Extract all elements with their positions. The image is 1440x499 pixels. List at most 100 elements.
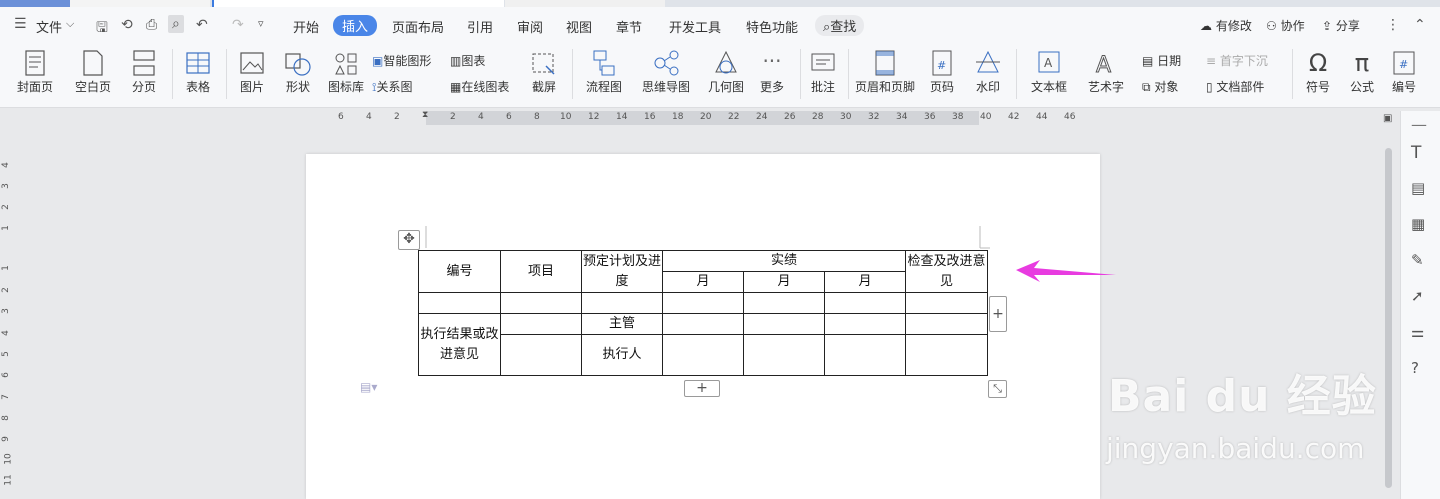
add-row-button[interactable]: + <box>684 380 720 397</box>
dropcap-button[interactable]: ≡ 首字下沉 <box>1206 52 1268 69</box>
file-menu[interactable]: 文件 <box>36 17 62 36</box>
print-preview-icon[interactable]: ⌕ <box>168 15 184 33</box>
window-tab-2[interactable] <box>70 0 210 7</box>
mindmap-button[interactable]: 思维导图 <box>636 43 696 103</box>
page-number-button[interactable]: # 页码 <box>922 43 962 103</box>
table-cell[interactable] <box>662 292 744 314</box>
comment-button[interactable]: 批注 <box>804 43 842 103</box>
table-cell[interactable] <box>662 313 744 335</box>
cover-page-button[interactable]: 封面页 <box>8 43 62 103</box>
table-cell[interactable] <box>824 313 906 335</box>
tab-developer[interactable]: 开发工具 <box>669 17 721 36</box>
indent-marker-icon[interactable]: ⧗ <box>422 110 428 120</box>
horizontal-ruler[interactable]: 6 4 2 2 4 6 8 10 12 14 16 18 20 22 24 26… <box>330 111 1090 125</box>
header-plan[interactable]: 预定计划及进度 <box>581 250 663 293</box>
tab-references[interactable]: 引用 <box>467 17 493 36</box>
symbol-button[interactable]: Ω 符号 <box>1296 43 1340 103</box>
chart-button[interactable]: ▥图表 <box>450 52 485 69</box>
vertical-ruler[interactable]: 4 3 2 1 1 2 3 4 5 6 7 8 9 10 11 <box>0 128 14 499</box>
table-cell[interactable] <box>824 334 906 376</box>
table-cell[interactable] <box>500 334 582 376</box>
header-item[interactable]: 项目 <box>500 250 582 293</box>
collapse-icon[interactable]: — <box>1411 115 1427 134</box>
table-resize-icon[interactable]: ⤡ <box>988 380 1007 398</box>
window-tab-active[interactable] <box>212 0 504 7</box>
quick-access-dropdown-icon[interactable]: ▿ <box>258 17 264 30</box>
exec-result-cell[interactable]: 执行结果或改进意见 <box>418 313 501 376</box>
screenshot-button[interactable]: 截屏 <box>524 43 564 103</box>
date-button[interactable]: ▤ 日期 <box>1142 52 1181 69</box>
object-button[interactable]: ⧉ 对象 <box>1142 78 1178 95</box>
table-cell[interactable] <box>662 334 744 376</box>
table-cell[interactable] <box>824 292 906 314</box>
tab-special-features[interactable]: 特色功能 <box>746 17 798 36</box>
table-cell[interactable] <box>500 313 582 335</box>
header-month-1[interactable]: 月 <box>662 271 744 293</box>
window-tab-4[interactable] <box>505 0 665 7</box>
table-cell[interactable] <box>743 313 825 335</box>
search-box[interactable]: ⌕查找 <box>815 15 865 36</box>
tab-section[interactable]: 章节 <box>616 17 642 36</box>
watermark-button[interactable]: 水印 <box>966 43 1010 103</box>
smartart-button[interactable]: ▣智能图形 <box>372 52 431 69</box>
paste-options-icon[interactable]: ▤▾ <box>360 380 377 394</box>
table-cell[interactable] <box>905 334 988 376</box>
formula-button[interactable]: π 公式 <box>1340 43 1384 103</box>
relation-diagram-button[interactable]: ⟟关系图 <box>372 78 412 95</box>
more-button[interactable]: ··· 更多 <box>752 43 792 103</box>
header-footer-button[interactable]: 页眉和页脚 <box>852 43 918 103</box>
redo-icon[interactable]: ↷ <box>232 17 244 33</box>
tab-view[interactable]: 视图 <box>566 17 592 36</box>
icon-library-button[interactable]: 图标库 <box>324 43 368 103</box>
pen-icon[interactable]: ✎ <box>1411 251 1424 269</box>
scrollbar-thumb[interactable] <box>1385 148 1392 488</box>
modified-button[interactable]: ☁ 有修改 <box>1200 17 1252 34</box>
executor-cell[interactable]: 执行人 <box>581 334 663 376</box>
tab-review[interactable]: 审阅 <box>517 17 543 36</box>
header-number[interactable]: 编号 <box>418 250 501 293</box>
document-icon[interactable]: ▤ <box>1411 179 1425 197</box>
tab-home[interactable]: 开始 <box>293 17 319 36</box>
online-chart-button[interactable]: ▦在线图表 <box>450 78 509 95</box>
document-table[interactable]: 编号 项目 预定计划及进度 实绩 检查及改进意见 月 月 月 执行结果或改进意见… <box>418 250 988 376</box>
help-icon[interactable]: ? <box>1411 359 1419 377</box>
tab-page-layout[interactable]: 页面布局 <box>392 17 444 36</box>
more-options-icon[interactable]: ⋮ <box>1386 17 1400 33</box>
textbox-button[interactable]: A 文本框 <box>1022 43 1076 103</box>
header-actual[interactable]: 实绩 <box>662 250 906 272</box>
cursor-icon[interactable]: ➚ <box>1411 287 1424 305</box>
doc-parts-button[interactable]: ▯ 文档部件 <box>1206 78 1264 95</box>
header-month-3[interactable]: 月 <box>824 271 906 293</box>
flowchart-button[interactable]: 流程图 <box>580 43 628 103</box>
share-button[interactable]: ⇪ 分享 <box>1322 17 1360 34</box>
collaborate-button[interactable]: ⚇ 协作 <box>1266 17 1305 34</box>
undo-icon[interactable]: ↶ <box>196 17 208 33</box>
wordart-button[interactable]: A 艺术字 <box>1080 43 1132 103</box>
table-cell[interactable] <box>500 292 582 314</box>
settings-doc-icon[interactable]: ▦ <box>1411 215 1425 233</box>
header-month-2[interactable]: 月 <box>743 271 825 293</box>
table-cell[interactable] <box>743 292 825 314</box>
numbering-button[interactable]: # 编号 <box>1384 43 1424 103</box>
table-button[interactable]: 表格 <box>176 43 220 103</box>
table-move-handle-icon[interactable]: ✥ <box>398 230 420 250</box>
window-tab-1[interactable] <box>0 0 70 7</box>
hamburger-icon[interactable]: ☰ <box>14 16 27 32</box>
picture-button[interactable]: 图片 <box>232 43 272 103</box>
print-icon[interactable]: ⎙ <box>146 17 157 33</box>
table-cell[interactable] <box>905 292 988 314</box>
page-break-button[interactable]: 分页 <box>122 43 166 103</box>
ruler-toggle-icon[interactable]: ▣ <box>1383 113 1392 124</box>
tab-insert[interactable]: 插入 <box>333 15 378 36</box>
table-cell[interactable] <box>418 292 501 314</box>
sliders-icon[interactable]: ⚌ <box>1411 323 1424 341</box>
table-cell[interactable] <box>581 292 663 314</box>
chevron-down-icon[interactable]: ⌵ <box>66 17 74 31</box>
blank-page-button[interactable]: 空白页 <box>66 43 120 103</box>
table-cell[interactable] <box>743 334 825 376</box>
supervisor-cell[interactable]: 主管 <box>581 313 663 335</box>
shape-button[interactable]: 形状 <box>278 43 318 103</box>
table-cell[interactable] <box>905 313 988 335</box>
collapse-ribbon-icon[interactable]: ⌃ <box>1414 17 1426 33</box>
add-column-button[interactable]: + <box>989 296 1007 332</box>
